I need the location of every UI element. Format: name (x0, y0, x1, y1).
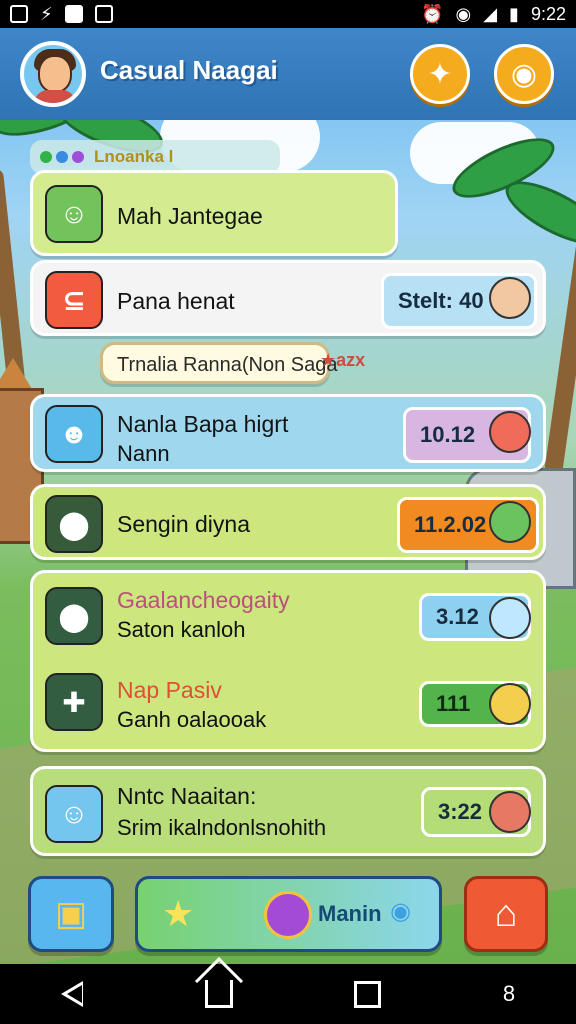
card-subtitle: Srim ikalndonlsnohith (117, 815, 327, 840)
wifi-icon: ◉ (455, 3, 472, 24)
avatar-face (38, 55, 72, 93)
card-title: Nntc Naaitan: (117, 783, 257, 809)
status-legend: Lnoanka l (30, 140, 280, 174)
nav-extra: 8 (502, 981, 516, 1006)
settings-button[interactable]: ◉ (494, 44, 554, 104)
pin-icon: ⬤ (45, 495, 103, 553)
mission-card[interactable]: ☻ Nanla Bapa higrt Nann 10.12 (30, 394, 546, 472)
pin-icon: ⬤ (45, 587, 103, 645)
character-icon (489, 411, 531, 453)
card-title: Nanla Bapa higrt (117, 411, 289, 437)
notification-icon (10, 5, 28, 23)
main-action-button[interactable]: ★ Manin ◉ (135, 876, 442, 952)
card-title: Sengin diyna (117, 511, 250, 537)
boy-icon: ☺ (45, 185, 103, 243)
boy-icon: ☺ (45, 785, 103, 843)
candy-icon (264, 891, 312, 939)
signal-icon: ◢ (483, 3, 498, 24)
sparkle-icon: ✦ (427, 57, 453, 91)
tooltip-text: Trnalia Ranna(Non Saga (117, 354, 338, 376)
character-icon (489, 277, 531, 319)
image-icon (64, 5, 83, 23)
bubble-icon (489, 597, 531, 639)
alarm-icon: ⏰ (421, 3, 444, 24)
potion-icon: ✚ (45, 673, 103, 731)
mission-card[interactable]: ⬤ Gaalancheogaity Saton kanloh 3.12 ✚ Na… (30, 570, 546, 752)
message-icon (94, 5, 113, 23)
star-icon: ★ (162, 893, 195, 934)
tooltip-card: Trnalia Ranna(Non Saga (100, 342, 338, 384)
game-title: Casual Naagai (100, 55, 278, 85)
legend-label: Lnoanka l (94, 147, 174, 166)
blue-dot (56, 151, 68, 163)
turtle-icon (489, 683, 531, 725)
purple-dot (72, 151, 84, 163)
card-subtitle: Saton kanloh (117, 617, 246, 642)
monster-icon (489, 501, 531, 543)
inventory-button[interactable]: ▣ (28, 876, 114, 952)
status-bar: ⚡ ⏰ ◉ ◢ ▮ 9:22 (0, 0, 576, 28)
home-icon[interactable] (204, 980, 233, 1008)
game-screen: Casual Naagai ✦ ◉ Lnoanka l ☺ Mah Janteg… (0, 28, 576, 964)
player-avatar[interactable] (20, 41, 86, 107)
sync-icon: ⚡ (40, 3, 53, 24)
card-title: Mah Jantegae (117, 203, 263, 229)
main-button-label: Manin (318, 901, 382, 926)
home-button[interactable]: ⌂ (464, 876, 548, 952)
green-dot (40, 151, 52, 163)
palm-leaf (497, 169, 576, 257)
card-subtitle: Nann (117, 441, 170, 466)
bottom-menu: ▣ ★ Manin ◉ ⌂ (0, 876, 576, 964)
status-time: 9:22 (530, 3, 566, 24)
location-icon: ◉ (390, 898, 411, 925)
avatar-shirt (34, 90, 76, 103)
card-subtitle: Ganh oalaooak (117, 707, 267, 732)
gear-icon: ◉ (510, 57, 538, 91)
mission-card[interactable]: ⊆ Pana henat Stelt: 40 (30, 260, 546, 336)
battery-icon: ▮ (509, 3, 519, 24)
card-title: Pana henat (117, 288, 235, 314)
top-bar: Casual Naagai ✦ ◉ (0, 28, 576, 120)
phone-icon (489, 791, 531, 833)
home-icon: ⌂ (494, 892, 518, 935)
card-title: Gaalancheogaity (117, 587, 290, 613)
mission-card[interactable]: ☺ Mah Jantegae (30, 170, 398, 256)
bag-icon: ▣ (54, 895, 88, 933)
star-badge: ★azx (320, 350, 366, 370)
recent-apps-icon[interactable] (354, 980, 382, 1008)
mission-card[interactable]: ☺ Nntc Naaitan: Srim ikalndonlsnohith 3:… (30, 766, 546, 856)
android-navigation-bar: 8 (0, 964, 576, 1024)
character-icon: ☻ (45, 405, 103, 463)
mission-card[interactable]: ⬤ Sengin diyna 11.2.02 (30, 484, 546, 560)
logo-icon: ⊆ (45, 271, 103, 329)
card-title: Nap Pasiv (117, 677, 222, 703)
back-icon[interactable] (60, 981, 83, 1007)
sparkle-button[interactable]: ✦ (410, 44, 470, 104)
badge-text: azx (336, 350, 366, 370)
